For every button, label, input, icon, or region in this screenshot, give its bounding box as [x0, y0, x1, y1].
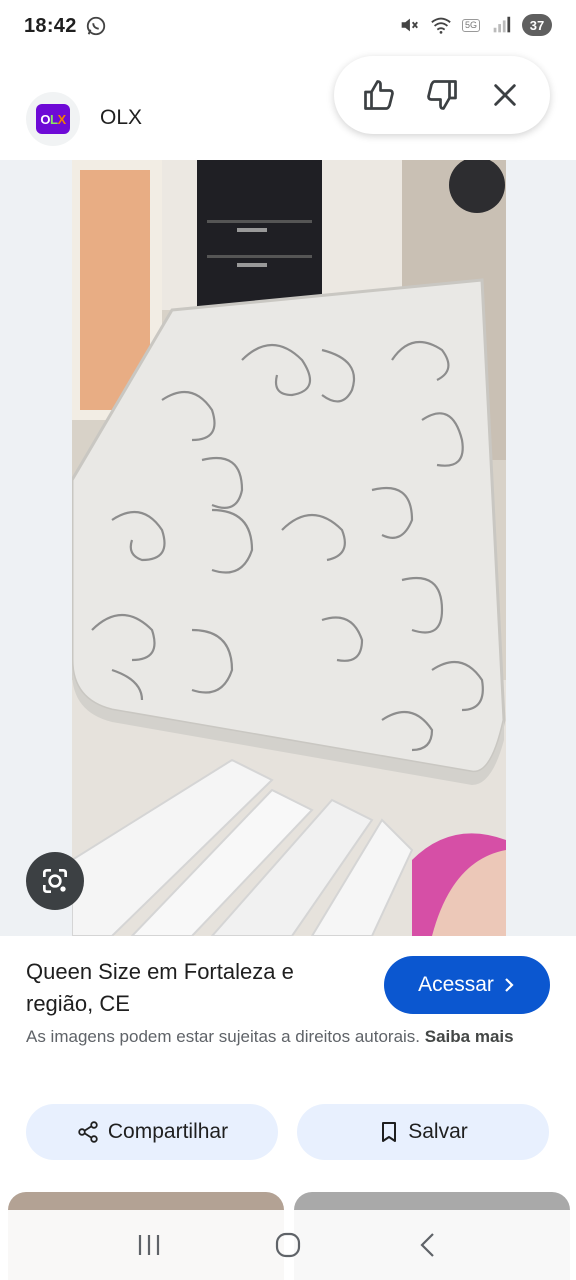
learn-more-link[interactable]: Saiba mais: [425, 1027, 514, 1046]
home-icon: [275, 1232, 301, 1258]
home-button[interactable]: [263, 1220, 313, 1270]
lens-icon: [43, 869, 67, 893]
mattress-illustration: [72, 160, 506, 936]
result-info: Queen Size em Fortaleza e região, CE Ace…: [0, 936, 576, 1186]
visit-button-label: Acessar: [418, 973, 494, 996]
site-favicon[interactable]: OLX: [26, 92, 80, 146]
share-label: Compartilhar: [107, 1120, 229, 1143]
battery-indicator: 37: [522, 14, 552, 36]
olx-logo: OLX: [36, 104, 70, 134]
back-icon: [420, 1233, 434, 1257]
share-icon: [78, 1121, 98, 1143]
screen: 18:42 5G 37 O L X OLX Queen Size em Fort…: [0, 0, 576, 1280]
signal-icon: [493, 16, 511, 33]
save-label: Salvar: [408, 1120, 468, 1143]
copyright-text: As imagens podem estar sujeitas a direit…: [26, 1027, 421, 1046]
recent-apps-button[interactable]: [124, 1220, 174, 1270]
image-preview-area: [0, 160, 576, 936]
thumbs-down-button[interactable]: [419, 72, 465, 118]
wifi-icon: [431, 17, 451, 34]
status-time: 18:42: [24, 14, 77, 37]
close-icon: [493, 84, 516, 106]
visit-button[interactable]: Acessar: [384, 956, 550, 1014]
google-lens-button[interactable]: [26, 852, 84, 910]
save-button[interactable]: Salvar: [297, 1104, 549, 1160]
network-badge: 5G: [461, 18, 480, 32]
status-icons: 5G 37: [398, 14, 552, 36]
back-button[interactable]: [402, 1220, 452, 1270]
bookmark-icon: [382, 1122, 397, 1142]
close-button[interactable]: [482, 72, 528, 118]
site-name[interactable]: OLX: [100, 106, 142, 130]
thumbs-down-icon: [427, 80, 457, 110]
recent-apps-icon: [139, 1235, 160, 1255]
whatsapp-icon: [86, 16, 105, 36]
mattress-photo[interactable]: [72, 160, 506, 936]
chevron-right-icon: [505, 978, 514, 992]
copyright-notice: As imagens podem estar sujeitas a direit…: [26, 1024, 546, 1050]
feedback-pill: [334, 56, 550, 134]
status-bar: 18:42 5G 37: [0, 0, 576, 52]
result-title[interactable]: Queen Size em Fortaleza e região, CE: [26, 956, 356, 1020]
mute-icon: [401, 18, 418, 32]
thumbs-up-icon: [364, 80, 395, 110]
system-nav-bar: [0, 1210, 576, 1280]
thumbs-up-button[interactable]: [356, 72, 402, 118]
share-button[interactable]: Compartilhar: [26, 1104, 278, 1160]
